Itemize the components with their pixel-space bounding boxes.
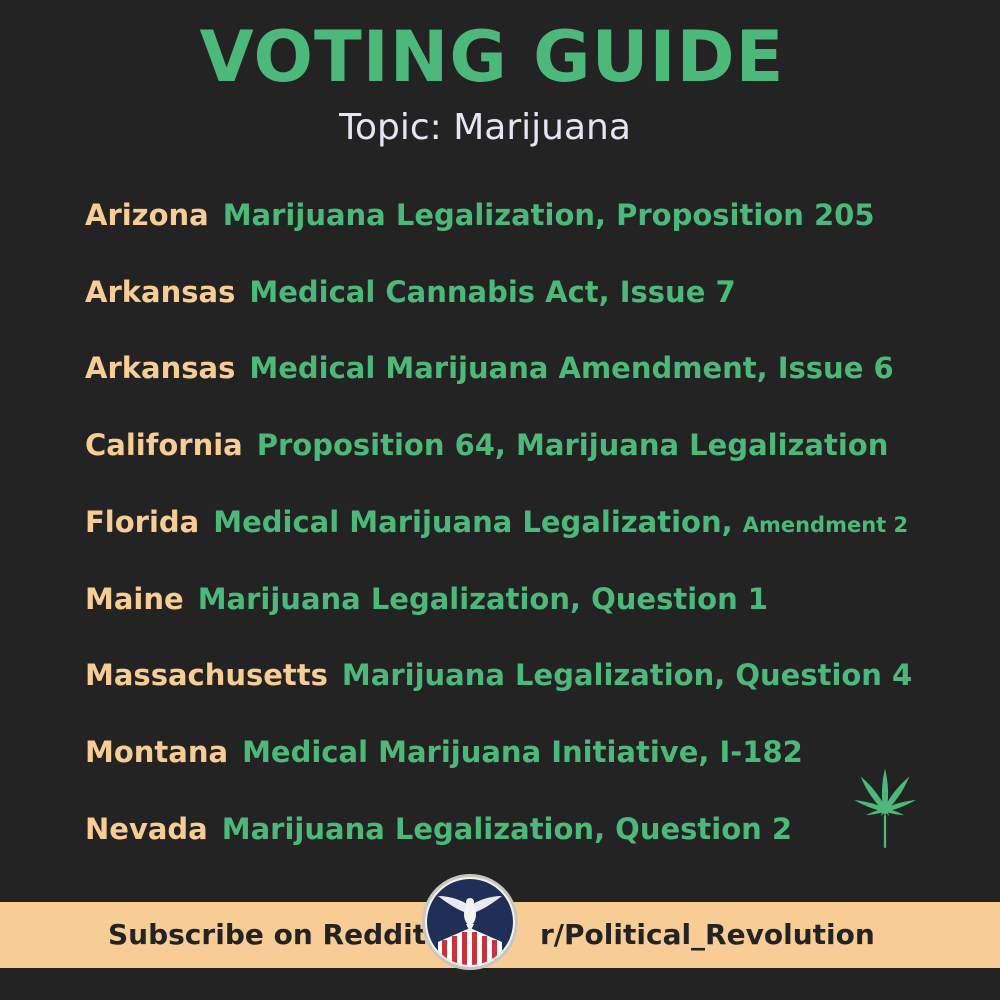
state-label: Florida (85, 505, 200, 539)
subscribe-text: Subscribe on Reddit (108, 918, 427, 951)
measure-label: Marijuana Legalization, Proposition 205 (222, 198, 875, 232)
measure-label: Medical Marijuana Initiative, I-182 (242, 735, 803, 769)
state-label: Arkansas (85, 351, 236, 385)
state-label: Nevada (85, 812, 208, 846)
measure-row: Nevada Marijuana Legalization, Question 2 (85, 811, 792, 847)
measure-label: Proposition 64, Marijuana Legalization (256, 428, 889, 462)
measure-label: Marijuana Legalization, Question 4 (341, 658, 913, 692)
measure-row: Montana Medical Marijuana Initiative, I-1… (85, 734, 803, 770)
eagle-flag-badge-icon (422, 874, 518, 970)
measure-row: Massachusetts Marijuana Legalization, Que… (85, 657, 912, 693)
state-label: Arizona (85, 198, 209, 232)
measure-row: Arkansas Medical Cannabis Act, Issue 7 (85, 274, 736, 310)
measure-row: Florida Medical Marijuana Legalization, A… (85, 504, 908, 543)
state-label: California (85, 428, 243, 462)
measure-row: Maine Marijuana Legalization, Question 1 (85, 581, 768, 617)
state-label: Massachusetts (85, 658, 328, 692)
measure-row: California Proposition 64, Marijuana Lega… (85, 427, 888, 463)
state-label: Arkansas (85, 275, 236, 309)
measure-label: Medical Marijuana Legalization, (213, 505, 733, 539)
measure-row: Arkansas Medical Marijuana Amendment, Iss… (85, 350, 894, 386)
subreddit-link[interactable]: r/Political_Revolution (540, 902, 875, 968)
page-title: VOTING GUIDE (199, 16, 785, 98)
measure-label: Marijuana Legalization, Question 2 (221, 812, 793, 846)
measure-label: Marijuana Legalization, Question 1 (197, 582, 768, 616)
measure-label: Medical Cannabis Act, Issue 7 (249, 275, 736, 309)
page-subtitle: Topic: Marijuana (339, 107, 631, 148)
state-label: Montana (85, 735, 229, 769)
state-label: Maine (85, 582, 184, 616)
measure-row: Arizona Marijuana Legalization, Propositi… (85, 197, 875, 233)
cannabis-leaf-icon (854, 768, 916, 848)
measure-label: Medical Marijuana Amendment, Issue 6 (249, 351, 894, 385)
measure-label-suffix: Amendment 2 (742, 513, 909, 537)
